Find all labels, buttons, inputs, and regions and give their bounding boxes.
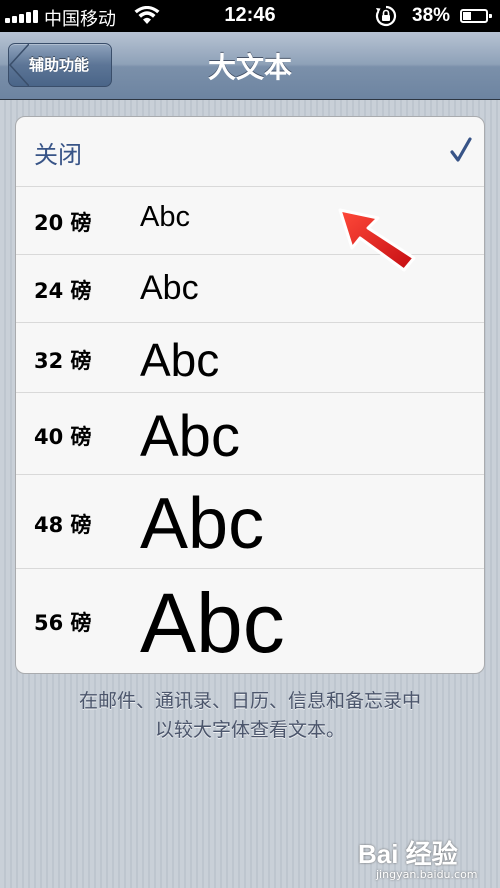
option-off-label: 关闭 xyxy=(34,141,82,169)
size-label: 40 磅 xyxy=(34,425,92,449)
size-sample: Abc xyxy=(140,484,265,564)
red-arrow-annotation xyxy=(338,208,416,272)
size-label: 20 磅 xyxy=(34,211,92,235)
size-sample: Abc xyxy=(140,334,220,386)
navigation-bar: 辅助功能 大文本 xyxy=(0,32,500,100)
option-size-56[interactable]: 56 磅 Abc xyxy=(16,569,484,673)
size-label: 56 磅 xyxy=(34,611,92,635)
option-size-32[interactable]: 32 磅 Abc xyxy=(16,323,484,393)
text-size-list: 关闭 20 磅 Abc 24 磅 Abc 32 磅 Abc 40 磅 Abc 4… xyxy=(15,116,485,674)
battery-percent: 38% xyxy=(412,5,451,26)
status-bar: 中国移动 12:46 38% xyxy=(0,0,500,32)
back-button[interactable]: 辅助功能 xyxy=(8,43,112,87)
option-size-48[interactable]: 48 磅 Abc xyxy=(16,475,484,569)
size-label: 24 磅 xyxy=(34,279,92,303)
footnote-line-1: 在邮件、通讯录、日历、信息和备忘录中 xyxy=(78,690,421,712)
watermark: Bai 经验 jingyan.baidu.com xyxy=(358,834,498,886)
size-sample: Abc xyxy=(140,201,190,233)
size-label: 32 磅 xyxy=(34,349,92,373)
back-button-label: 辅助功能 xyxy=(29,56,90,74)
rotation-lock-icon xyxy=(375,5,397,27)
footnote-line-2: 以较大字体查看文本。 xyxy=(154,719,345,741)
watermark-url: jingyan.baidu.com xyxy=(376,868,478,881)
checkmark-icon xyxy=(450,137,472,162)
size-label: 48 磅 xyxy=(34,513,92,537)
watermark-logo: Bai 经验 xyxy=(358,839,458,869)
page-title: 大文本 xyxy=(207,51,292,84)
footnote: 在邮件、通讯录、日历、信息和备忘录中 以较大字体查看文本。 xyxy=(20,687,480,745)
back-arrow-icon xyxy=(9,44,29,86)
size-sample: Abc xyxy=(140,404,240,469)
battery-icon xyxy=(460,9,492,23)
option-off[interactable]: 关闭 xyxy=(16,117,484,187)
size-sample: Abc xyxy=(140,576,285,670)
size-sample: Abc xyxy=(140,269,199,307)
option-size-40[interactable]: 40 磅 Abc xyxy=(16,393,484,475)
